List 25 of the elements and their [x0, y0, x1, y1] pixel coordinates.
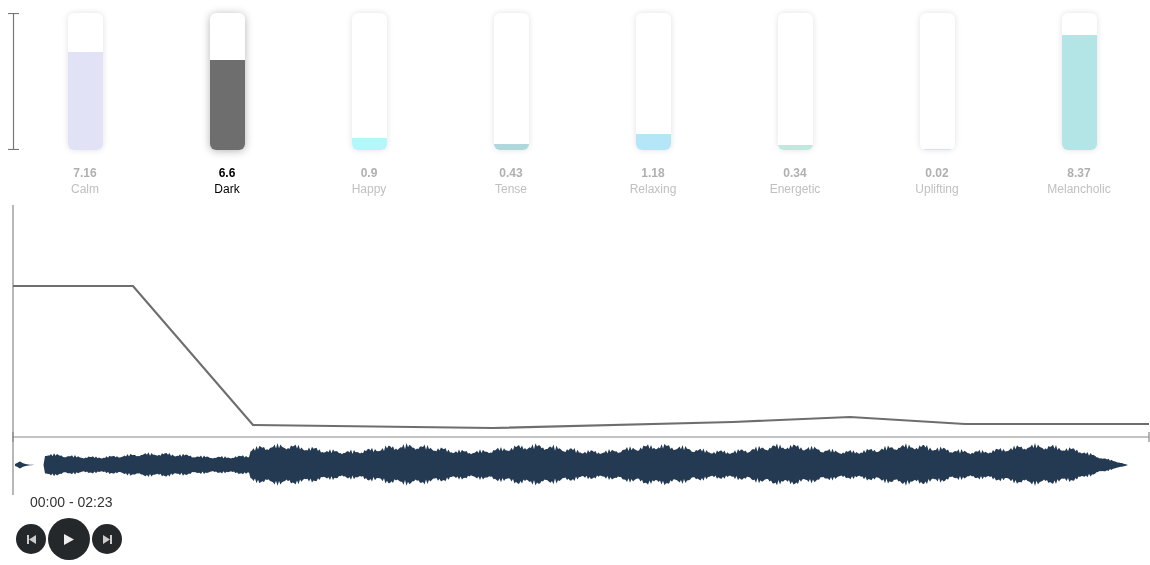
play-icon	[64, 533, 74, 545]
skip-back-icon	[26, 534, 36, 544]
time-range: 00:00 - 02:23	[30, 494, 113, 510]
mood-label: Relaxing	[629, 181, 677, 197]
mood-score: 1.18	[641, 165, 665, 181]
mood-score: 0.02	[925, 165, 949, 181]
mood-label: Uplifting	[915, 181, 959, 197]
mood-score: 0.43	[499, 165, 523, 181]
skip-forward-icon	[102, 534, 112, 544]
mood-score: 8.37	[1067, 165, 1091, 181]
mood-score: 6.6	[218, 165, 236, 181]
mood-label: Happy	[351, 181, 387, 197]
mood-label: Melancholic	[1047, 181, 1111, 197]
mood-label: Calm	[71, 181, 99, 197]
mood-meter[interactable]	[209, 13, 245, 150]
mood-label: Tense	[495, 181, 527, 197]
mood-score: 7.16	[73, 165, 97, 181]
waveform-drawing[interactable]	[15, 443, 1128, 486]
previous-button[interactable]	[16, 524, 46, 554]
mood-score: 0.9	[360, 165, 378, 181]
next-button[interactable]	[92, 524, 122, 554]
mood-label: Dark	[214, 181, 240, 197]
mood-label: Energetic	[769, 181, 821, 197]
mood-score: 0.34	[783, 165, 807, 181]
play-button[interactable]	[48, 518, 90, 560]
